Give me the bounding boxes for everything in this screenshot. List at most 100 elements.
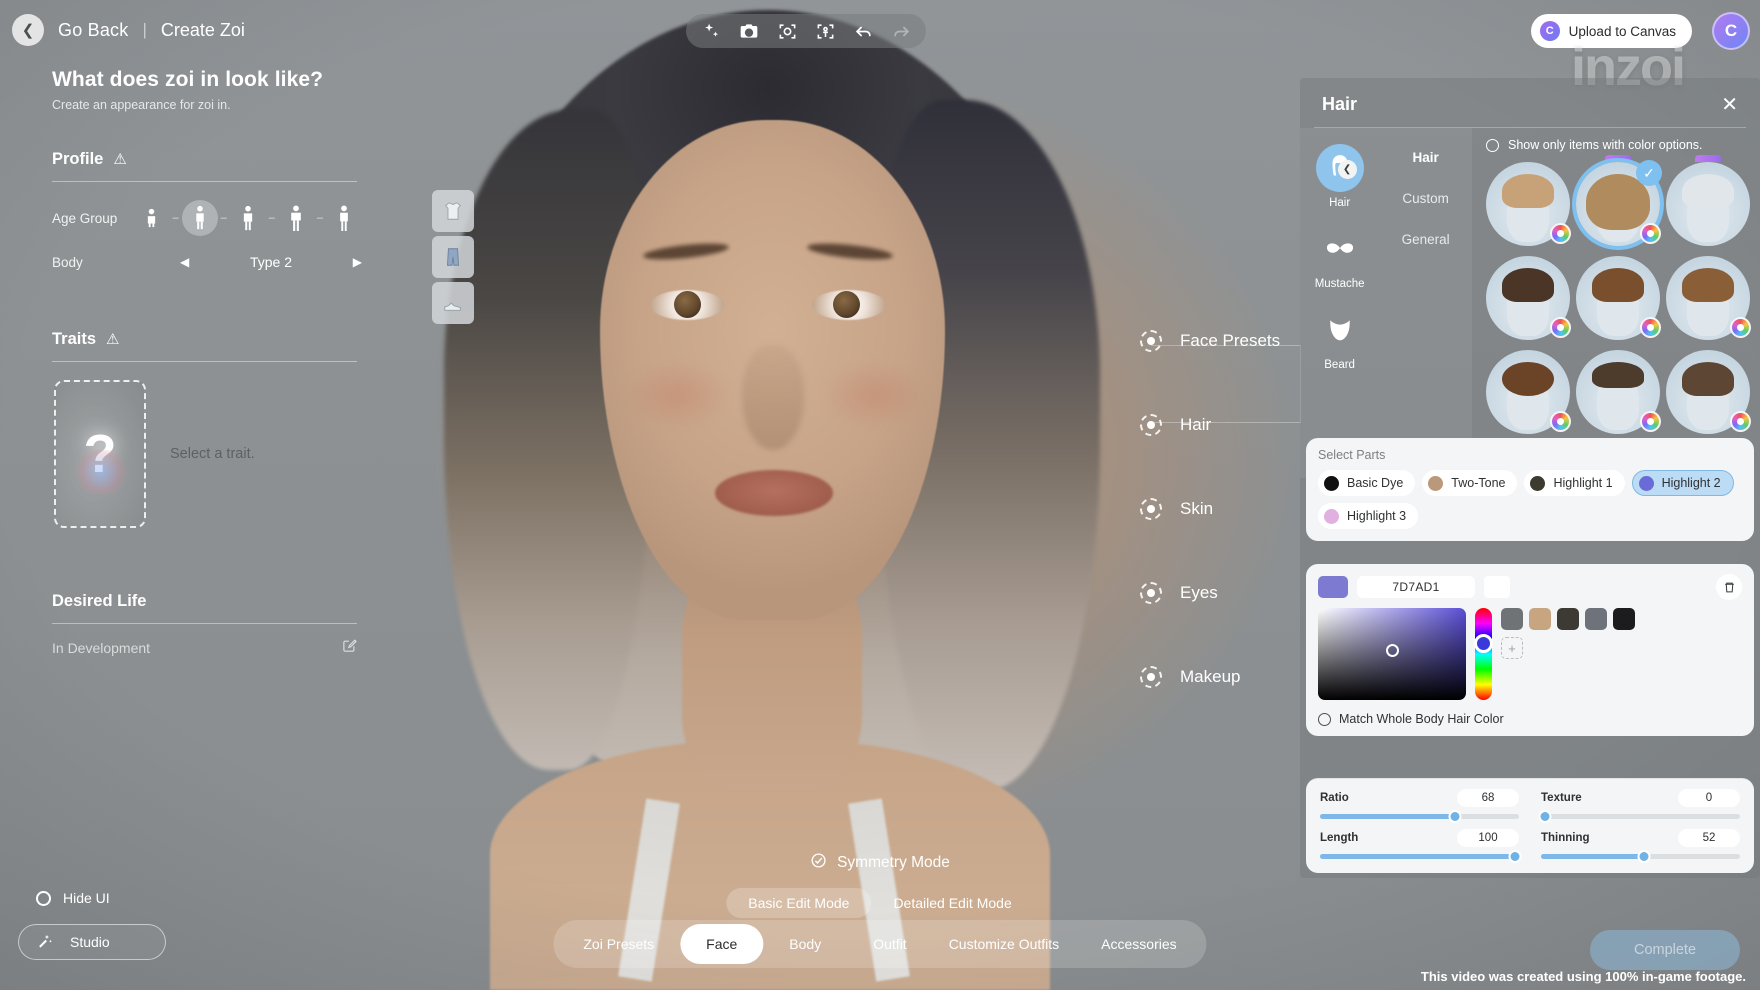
age-option-elder[interactable] bbox=[326, 200, 362, 236]
hair-item-3[interactable] bbox=[1666, 162, 1750, 246]
detailed-edit-mode-button[interactable]: Detailed Edit Mode bbox=[871, 888, 1033, 918]
redo-icon[interactable] bbox=[890, 20, 912, 42]
match-whole-body-hair-color-toggle[interactable]: Match Whole Body Hair Color bbox=[1318, 712, 1742, 726]
hair-part-chip-list[interactable]: Basic Dye Two-Tone Highlight 1 Highlight… bbox=[1318, 470, 1742, 529]
age-option-child[interactable] bbox=[182, 200, 218, 236]
slider-track[interactable] bbox=[1541, 814, 1740, 819]
slider-ratio[interactable]: Ratio 68 bbox=[1320, 789, 1519, 819]
marker-eyes[interactable]: Eyes bbox=[1140, 582, 1280, 604]
hue-slider[interactable] bbox=[1475, 608, 1492, 700]
desired-life-row[interactable]: In Development bbox=[52, 638, 357, 657]
white-swatch[interactable] bbox=[1484, 576, 1510, 598]
trash-icon[interactable] bbox=[1716, 574, 1742, 600]
back-button[interactable]: ❮ bbox=[12, 14, 44, 46]
slider-value[interactable]: 52 bbox=[1678, 829, 1740, 847]
tab-accessories[interactable]: Accessories bbox=[1075, 924, 1202, 964]
outfit-preview-strip[interactable] bbox=[432, 190, 474, 324]
age-option-adult[interactable] bbox=[278, 200, 314, 236]
slider-track[interactable] bbox=[1541, 854, 1740, 859]
outfit-shoes-thumb[interactable] bbox=[432, 282, 474, 324]
age-option-toddler[interactable] bbox=[134, 200, 170, 236]
go-back-label[interactable]: Go Back bbox=[58, 20, 128, 41]
outfit-bottom-thumb[interactable] bbox=[432, 236, 474, 278]
hair-item-9[interactable] bbox=[1666, 350, 1750, 434]
part-chip-two-tone[interactable]: Two-Tone bbox=[1422, 470, 1517, 496]
marker-face-presets[interactable]: Face Presets bbox=[1140, 330, 1280, 352]
auto-generate-icon[interactable] bbox=[700, 20, 722, 42]
tab-customize-outfits[interactable]: Customize Outfits bbox=[933, 924, 1075, 964]
show-only-color-options-toggle[interactable]: Show only items with color options. bbox=[1486, 138, 1750, 152]
slider-length[interactable]: Length 100 bbox=[1320, 829, 1519, 859]
saved-swatch-3[interactable] bbox=[1557, 608, 1579, 630]
main-tab-bar[interactable]: Zoi Presets Face Body Outfit Customize O… bbox=[553, 920, 1206, 968]
edit-square-icon[interactable] bbox=[342, 638, 357, 657]
body-type-selector[interactable]: ◀ Type 2 ▶ bbox=[180, 254, 362, 270]
focus-body-icon[interactable] bbox=[814, 20, 836, 42]
slider-value[interactable]: 100 bbox=[1457, 829, 1519, 847]
hue-knob[interactable] bbox=[1474, 634, 1493, 653]
saved-swatch-5[interactable] bbox=[1613, 608, 1635, 630]
outfit-top-thumb[interactable] bbox=[432, 190, 474, 232]
focus-face-icon[interactable] bbox=[776, 20, 798, 42]
saved-swatches[interactable]: + bbox=[1501, 608, 1742, 700]
hair-item-7[interactable] bbox=[1486, 350, 1570, 434]
tab-general[interactable]: General bbox=[1402, 232, 1450, 247]
trait-empty-slot[interactable]: ? bbox=[54, 380, 146, 528]
hair-item-5[interactable] bbox=[1576, 256, 1660, 340]
hair-item-4[interactable] bbox=[1486, 256, 1570, 340]
undo-icon[interactable] bbox=[852, 20, 874, 42]
edit-mode-switch[interactable]: Basic Edit Mode Detailed Edit Mode bbox=[726, 888, 1033, 918]
sv-knob[interactable] bbox=[1386, 644, 1399, 657]
slider-knob[interactable] bbox=[1509, 850, 1522, 863]
marker-makeup[interactable]: Makeup bbox=[1140, 666, 1280, 688]
saved-swatch-1[interactable] bbox=[1501, 608, 1523, 630]
hair-item-8[interactable] bbox=[1576, 350, 1660, 434]
tab-body[interactable]: Body bbox=[763, 924, 847, 964]
slider-track[interactable] bbox=[1320, 854, 1519, 859]
close-icon[interactable]: ✕ bbox=[1721, 92, 1738, 117]
hair-item-2[interactable]: ✓ bbox=[1576, 162, 1660, 246]
symmetry-mode-toggle[interactable]: Symmetry Mode bbox=[810, 852, 950, 874]
tab-custom[interactable]: Custom bbox=[1402, 191, 1449, 206]
slider-knob[interactable] bbox=[1638, 850, 1651, 863]
age-option-teen[interactable] bbox=[230, 200, 266, 236]
complete-button[interactable]: Complete bbox=[1590, 930, 1740, 970]
hair-item-grid[interactable]: ✓ bbox=[1486, 162, 1750, 434]
tab-outfit[interactable]: Outfit bbox=[847, 924, 932, 964]
part-chip-highlight-3[interactable]: Highlight 3 bbox=[1318, 503, 1418, 529]
part-chip-basic-dye[interactable]: Basic Dye bbox=[1318, 470, 1415, 496]
sidebar-item-hair[interactable]: Hair ❮ bbox=[1316, 144, 1364, 209]
body-prev-button[interactable]: ◀ bbox=[180, 255, 189, 269]
saved-swatch-4[interactable] bbox=[1585, 608, 1607, 630]
slider-knob[interactable] bbox=[1538, 810, 1551, 823]
marker-skin[interactable]: Skin bbox=[1140, 498, 1280, 520]
sidebar-item-mustache[interactable]: Mustache bbox=[1315, 225, 1365, 290]
tab-zoi-presets[interactable]: Zoi Presets bbox=[557, 924, 680, 964]
hair-item-6[interactable] bbox=[1666, 256, 1750, 340]
saved-swatch-2[interactable] bbox=[1529, 608, 1551, 630]
studio-button[interactable]: Studio bbox=[18, 924, 166, 960]
slider-track[interactable] bbox=[1320, 814, 1519, 819]
slider-value[interactable]: 68 bbox=[1457, 789, 1519, 807]
tab-face[interactable]: Face bbox=[680, 924, 763, 964]
plus-icon[interactable]: + bbox=[1501, 637, 1523, 659]
saturation-value-area[interactable] bbox=[1318, 608, 1466, 700]
chevron-left-icon[interactable]: ❮ bbox=[1338, 160, 1357, 179]
part-chip-highlight-2[interactable]: Highlight 2 bbox=[1632, 470, 1734, 496]
basic-edit-mode-button[interactable]: Basic Edit Mode bbox=[726, 888, 871, 918]
hair-category-nav[interactable]: Hair ❮ Mustache Beard bbox=[1300, 128, 1379, 478]
sidebar-item-beard[interactable]: Beard bbox=[1316, 306, 1364, 371]
age-group-selector[interactable]: – – – – bbox=[134, 200, 363, 236]
hair-item-1[interactable] bbox=[1486, 162, 1570, 246]
tab-hair[interactable]: Hair bbox=[1412, 150, 1438, 165]
slider-thinning[interactable]: Thinning 52 bbox=[1541, 829, 1740, 859]
camera-icon[interactable] bbox=[738, 20, 760, 42]
hide-ui-toggle[interactable]: Hide UI bbox=[36, 890, 110, 906]
marker-hair[interactable]: Hair bbox=[1140, 414, 1280, 436]
current-color-swatch[interactable] bbox=[1318, 576, 1348, 598]
slider-knob[interactable] bbox=[1449, 810, 1462, 823]
avatar[interactable]: C bbox=[1712, 12, 1750, 50]
hair-sub-tabs[interactable]: Hair Custom General bbox=[1379, 128, 1472, 478]
part-chip-highlight-1[interactable]: Highlight 1 bbox=[1524, 470, 1624, 496]
body-next-button[interactable]: ▶ bbox=[353, 255, 362, 269]
